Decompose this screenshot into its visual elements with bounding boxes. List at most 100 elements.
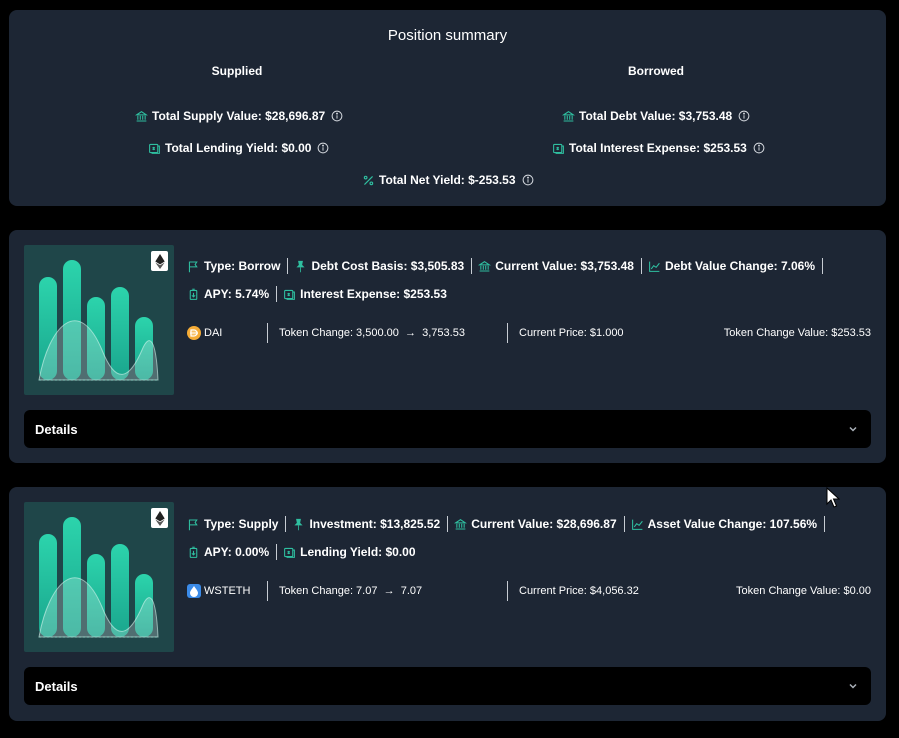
battery-icon (187, 288, 200, 301)
ethereum-icon (151, 508, 168, 528)
dai-coin-icon (187, 326, 201, 340)
total-net-yield: Total Net Yield: $-253.53 (379, 173, 516, 187)
coins-icon (552, 142, 565, 155)
apy-metric: APY: 0.00% (187, 545, 276, 559)
total-net-yield-row: Total Net Yield: $-253.53 (362, 173, 534, 187)
current-price: Current Price: $1.000 (519, 327, 624, 339)
token-change-from: Token Change: 7.07 (279, 585, 378, 597)
yield-metric: Interest Expense: $253.53 (283, 287, 454, 301)
token-label: DAI (187, 326, 267, 340)
divider (640, 258, 642, 274)
yield-metric: Lending Yield: $0.00 (283, 545, 422, 559)
divider (276, 286, 278, 302)
position-metrics-row-1: Type: Supply Investment: $13,825.52 Curr… (187, 516, 831, 532)
coins-icon (283, 546, 296, 559)
total-interest-expense-row: Total Interest Expense: $253.53 (552, 141, 765, 155)
details-accordion[interactable]: Details (24, 410, 871, 448)
token-change: Token Change: 3,500.00 → 3,753.53 (268, 327, 507, 339)
info-icon[interactable] (317, 142, 329, 154)
apy-value: APY: 5.74% (204, 287, 270, 301)
token-change-from: Token Change: 3,500.00 (279, 327, 399, 339)
type-metric: Type: Borrow (187, 259, 287, 273)
info-icon[interactable] (738, 110, 750, 122)
basis-metric: Debt Cost Basis: $3,505.83 (294, 259, 471, 273)
coins-icon (283, 288, 296, 301)
summary-title: Position summary (387, 27, 508, 44)
divider (623, 516, 625, 532)
divider (447, 516, 449, 532)
info-icon[interactable] (331, 110, 343, 122)
info-icon[interactable] (753, 142, 765, 154)
basis-value: Investment: $13,825.52 (309, 517, 441, 531)
position-metrics-row-2: APY: 0.00% Lending Yield: $0.00 (187, 544, 423, 560)
wsteth-drop-icon (187, 584, 201, 598)
token-change-to: 7.07 (400, 585, 423, 597)
arrow-right-icon: → (401, 327, 420, 339)
token-label: WSTETH (187, 584, 267, 598)
value-change: Debt Value Change: 7.06% (664, 259, 815, 273)
total-debt-value-row: Total Debt Value: $3,753.48 (562, 109, 750, 123)
token-symbol: DAI (204, 327, 223, 339)
token-row: DAI Token Change: 3,500.00 → 3,753.53 Cu… (187, 323, 871, 343)
type-value: Type: Borrow (204, 259, 281, 273)
bank-icon (135, 110, 148, 123)
current-value-metric: Current Value: $28,696.87 (454, 517, 623, 531)
divider (287, 258, 289, 274)
bank-icon (478, 260, 492, 273)
type-value: Type: Supply (204, 517, 279, 531)
battery-icon (187, 546, 200, 559)
value-change-metric: Asset Value Change: 107.56% (631, 517, 824, 531)
coins-icon (148, 142, 161, 155)
total-lending-yield-row: Total Lending Yield: $0.00 (148, 141, 329, 155)
value-change-metric: Debt Value Change: 7.06% (648, 259, 822, 273)
total-lending-yield: Total Lending Yield: $0.00 (165, 141, 312, 155)
basis-metric: Investment: $13,825.52 (292, 517, 447, 531)
position-thumbnail (24, 245, 174, 395)
line-chart-icon (648, 260, 661, 273)
divider (276, 544, 278, 560)
position-card-borrow: Type: Borrow Debt Cost Basis: $3,505.83 … (9, 230, 886, 463)
position-summary-card: Position summary Supplied Borrowed Total… (9, 10, 886, 206)
position-metrics-row-1: Type: Borrow Debt Cost Basis: $3,505.83 … (187, 258, 829, 274)
position-card-supply: Type: Supply Investment: $13,825.52 Curr… (9, 487, 886, 721)
borrowed-heading: Borrowed (627, 64, 684, 78)
basis-value: Debt Cost Basis: $3,505.83 (311, 259, 465, 273)
pin-icon (292, 518, 305, 531)
line-chart-icon (631, 518, 644, 531)
yield-value: Lending Yield: $0.00 (300, 545, 416, 559)
divider (824, 516, 826, 532)
details-label: Details (35, 678, 78, 694)
token-symbol: WSTETH (204, 585, 251, 597)
yield-value: Interest Expense: $253.53 (300, 287, 447, 301)
arrow-right-icon: → (380, 585, 398, 597)
details-accordion[interactable]: Details (24, 667, 871, 705)
token-change-value: Token Change Value: $253.53 (723, 327, 871, 339)
token-change-to: 3,753.53 (422, 327, 465, 339)
total-interest-expense: Total Interest Expense: $253.53 (569, 141, 747, 155)
current-value-metric: Current Value: $3,753.48 (478, 259, 641, 273)
token-change-value: Token Change Value: $0.00 (736, 585, 871, 597)
total-supply-value: Total Supply Value: $28,696.87 (152, 109, 326, 123)
info-icon[interactable] (522, 174, 534, 186)
divider (285, 516, 287, 532)
apy-value: APY: 0.00% (204, 545, 270, 559)
supplied-heading: Supplied (211, 64, 263, 78)
flag-icon (187, 260, 200, 273)
bank-icon (454, 518, 468, 531)
ethereum-icon (151, 251, 168, 271)
pin-icon (294, 260, 307, 273)
current-price: Current Price: $4,056.32 (519, 585, 639, 597)
apy-metric: APY: 5.74% (187, 287, 276, 301)
chevron-down-icon (849, 683, 857, 689)
value-change: Asset Value Change: 107.56% (647, 517, 818, 531)
mouse-cursor-icon (826, 487, 840, 508)
token-change: Token Change: 7.07 → 7.07 (268, 585, 507, 597)
position-metrics-row-2: APY: 5.74% Interest Expense: $253.53 (187, 286, 454, 302)
current-value: Current Value: $3,753.48 (495, 259, 634, 273)
details-label: Details (35, 421, 78, 437)
divider (822, 258, 823, 274)
current-value: Current Value: $28,696.87 (471, 517, 617, 531)
total-supply-value-row: Total Supply Value: $28,696.87 (135, 109, 343, 123)
divider (471, 258, 473, 274)
type-metric: Type: Supply (187, 517, 285, 531)
